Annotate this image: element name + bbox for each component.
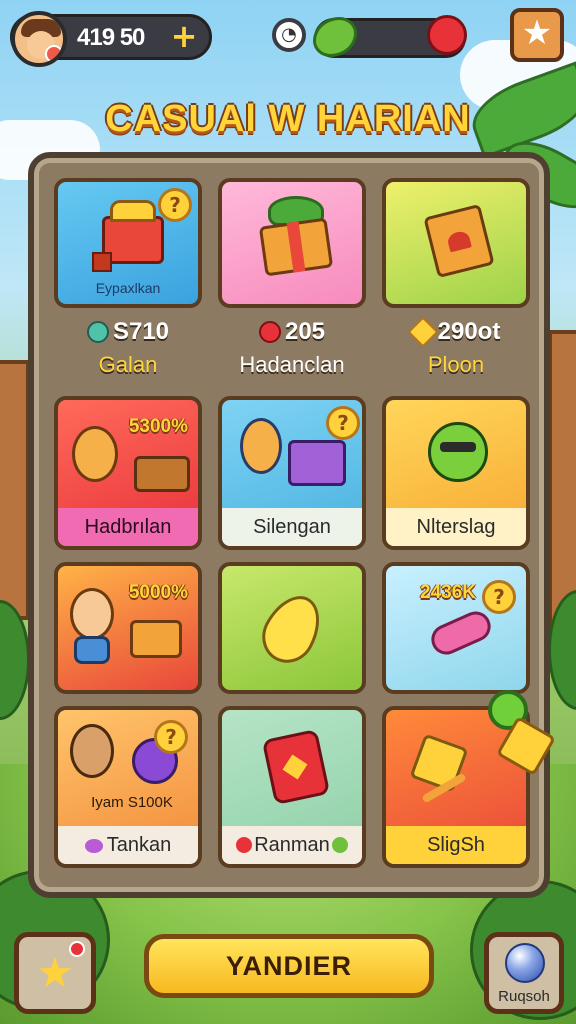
reward-tile-11[interactable]: Ranman bbox=[218, 706, 366, 868]
stat-galan: S710 Galan bbox=[54, 318, 202, 378]
favorites-button[interactable]: ★ bbox=[510, 8, 564, 62]
star-icon: ★ bbox=[36, 948, 74, 997]
bonus-percent: 5300% bbox=[128, 416, 188, 437]
reward-tile-9[interactable]: ? 2436K bbox=[382, 562, 530, 694]
stat-name: Ploon bbox=[427, 352, 485, 377]
reward-tile-6[interactable]: Nlterslag bbox=[382, 396, 530, 550]
stat-hadanclan: 205 Hadanclan bbox=[218, 318, 366, 378]
main-action-button[interactable]: YANDIER bbox=[144, 934, 434, 998]
tile-label-text: Ranman bbox=[254, 834, 330, 856]
leaf-icon bbox=[313, 17, 357, 57]
treasure-box-icon bbox=[134, 456, 190, 492]
feather-icon bbox=[84, 839, 103, 853]
reward-board: ? Eypaxlkan S710 Galan 205 Hadanclan 290… bbox=[28, 152, 557, 898]
orb-icon bbox=[505, 943, 545, 983]
reward-tile-2[interactable] bbox=[218, 178, 366, 308]
stat-name: Hadanclan bbox=[239, 352, 345, 377]
tile-label-text: Tankan bbox=[106, 834, 172, 856]
player-avatar[interactable] bbox=[11, 11, 67, 67]
purple-box-icon bbox=[288, 440, 346, 486]
apple-icon bbox=[427, 15, 467, 55]
add-coins-button[interactable]: + bbox=[169, 20, 199, 53]
tile-label: Tankan bbox=[58, 826, 198, 864]
bonus-value: 2436K bbox=[420, 582, 476, 603]
small-block-icon bbox=[92, 252, 112, 272]
reward-tile-5[interactable]: ? Silengan bbox=[218, 396, 366, 550]
candy-icon bbox=[426, 606, 496, 660]
girl-character-icon bbox=[70, 724, 114, 778]
orb-button[interactable]: Ruqsoh bbox=[484, 932, 564, 1014]
stat-value: 205 bbox=[284, 318, 326, 345]
page-title: CASUAl W HARIAN bbox=[105, 98, 471, 140]
coin-counter: 419 50 + bbox=[10, 11, 212, 67]
tile-inner-text: Iyam S100K bbox=[91, 794, 173, 811]
bonus-percent: 5000% bbox=[128, 582, 188, 603]
energy-bar bbox=[313, 15, 467, 58]
coin-value: 419 50 bbox=[77, 24, 145, 51]
apple-icon bbox=[258, 321, 281, 343]
stat-value: S710 bbox=[112, 318, 170, 345]
leaf-icon bbox=[331, 837, 348, 853]
tile-label: Silengan bbox=[222, 508, 362, 546]
reward-tile-10[interactable]: ? Iyam S100K Tankan bbox=[54, 706, 202, 868]
reward-tile-7[interactable]: 5000% bbox=[54, 562, 202, 694]
tile-label: SligSh bbox=[386, 826, 526, 864]
question-badge-icon: ? bbox=[154, 720, 188, 754]
monster-character-icon bbox=[428, 422, 488, 482]
house-left bbox=[0, 360, 30, 620]
stat-value: 290ot bbox=[437, 318, 501, 345]
sunglasses-icon bbox=[440, 442, 476, 452]
star-wand-icon bbox=[409, 733, 469, 793]
top-bar: 419 50 + ◔ ★ bbox=[0, 8, 576, 68]
question-badge-icon: ? bbox=[326, 406, 360, 440]
orb-button-label: Ruqsoh bbox=[498, 988, 550, 1005]
reward-tile-1[interactable]: ? Eypaxlkan bbox=[54, 178, 202, 308]
question-badge-icon: ? bbox=[482, 580, 516, 614]
favorites-button[interactable]: ★ bbox=[14, 932, 96, 1014]
tile-label: Ranman bbox=[222, 826, 362, 864]
reward-tile-8[interactable] bbox=[218, 562, 366, 694]
reward-tile-4[interactable]: 5300% Hadbrılan bbox=[54, 396, 202, 550]
avatar-badge bbox=[45, 45, 63, 63]
tile-caption: Eypaxlkan bbox=[95, 280, 161, 296]
boy-body-icon bbox=[74, 636, 110, 664]
gift-lid-icon bbox=[110, 200, 156, 222]
dog-character-icon bbox=[240, 418, 282, 474]
apple-icon bbox=[236, 837, 253, 853]
reward-tile-3[interactable] bbox=[382, 178, 530, 308]
treasure-box-icon bbox=[130, 620, 182, 658]
tile-label: Hadbrılan bbox=[58, 508, 198, 546]
tile-label: Nlterslag bbox=[386, 508, 526, 546]
timer-icon[interactable]: ◔ bbox=[272, 18, 306, 52]
bear-character-icon bbox=[72, 426, 118, 482]
reward-tile-12[interactable]: SligSh bbox=[382, 706, 530, 868]
star-icon bbox=[407, 316, 439, 348]
banana-icon bbox=[252, 585, 332, 673]
stat-ploon: 290ot Ploon bbox=[382, 316, 530, 378]
gem-icon bbox=[86, 321, 109, 343]
boy-character-icon bbox=[70, 588, 114, 640]
question-badge-icon: ? bbox=[158, 188, 192, 222]
stat-name: Galan bbox=[98, 352, 158, 377]
notification-dot bbox=[69, 941, 85, 957]
